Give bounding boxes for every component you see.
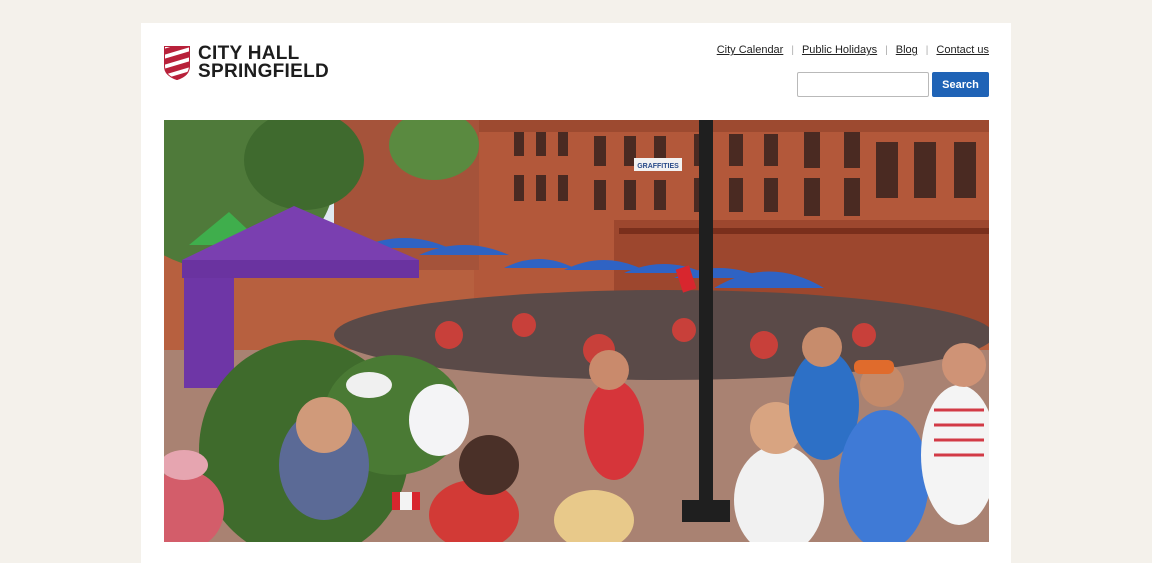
top-nav: City Calendar | Public Holidays | Blog |…: [717, 44, 989, 56]
nav-link-contact-us[interactable]: Contact us: [936, 44, 989, 56]
nav-link-blog[interactable]: Blog: [896, 44, 918, 56]
nav-separator: |: [885, 44, 888, 56]
search-form: Search: [797, 72, 989, 97]
storefront-sign: GRAFFITIES: [637, 163, 679, 170]
shield-logo-icon: [164, 46, 190, 80]
logo-line-2: SPRINGFIELD: [198, 61, 330, 82]
nav-link-city-calendar[interactable]: City Calendar: [717, 44, 784, 56]
page-card: CITY HALL SPRINGFIELD City Calendar | Pu…: [141, 23, 1011, 563]
logo-text: CITY HALL SPRINGFIELD: [198, 44, 330, 82]
nav-link-public-holidays[interactable]: Public Holidays: [802, 44, 877, 56]
search-button[interactable]: Search: [932, 72, 989, 97]
festival-crowd-photo: GRAFFITIES: [164, 120, 989, 542]
site-logo[interactable]: CITY HALL SPRINGFIELD: [164, 44, 330, 82]
hero-image: GRAFFITIES: [164, 120, 989, 542]
search-input[interactable]: [797, 72, 929, 97]
nav-separator: |: [791, 44, 794, 56]
nav-separator: |: [925, 44, 929, 56]
